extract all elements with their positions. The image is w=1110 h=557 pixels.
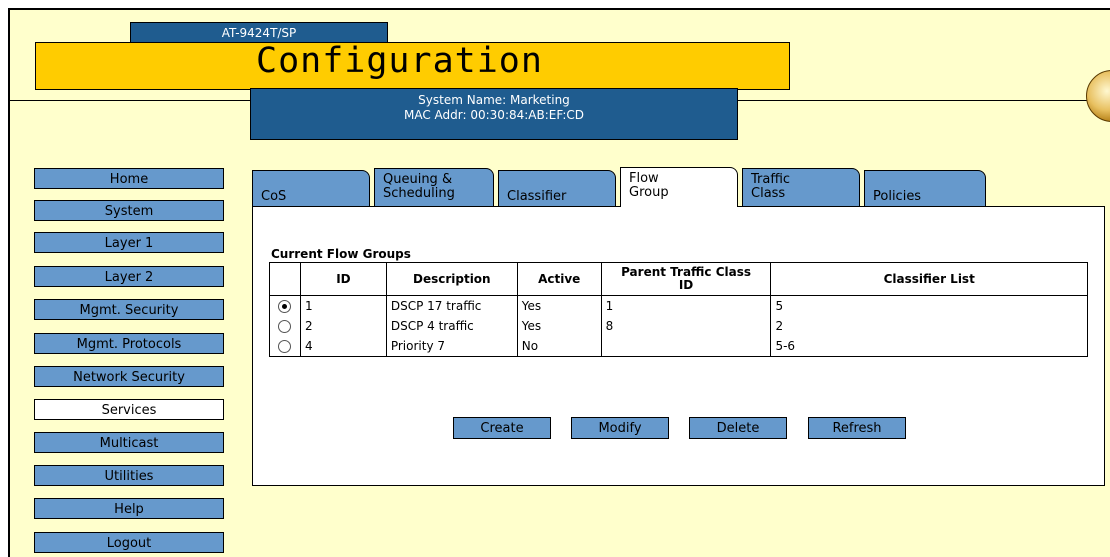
nav-network-security[interactable]: Network Security (34, 366, 224, 387)
flow-groups-table: ID Description Active Parent Traffic Cla… (269, 262, 1088, 357)
tab-cos[interactable]: CoS (252, 170, 370, 206)
row-classifier-list: 5-6 (770, 336, 1088, 357)
row-parent-traffic-class: 1 (600, 295, 772, 316)
row-id: 4 (299, 336, 387, 357)
row-description: DSCP 17 traffic (385, 295, 518, 316)
row-active: Yes (516, 295, 602, 316)
system-info-panel: System Name: Marketing MAC Addr: 00:30:8… (250, 88, 738, 140)
nav-help[interactable]: Help (34, 498, 224, 519)
nav-home[interactable]: Home (34, 168, 224, 189)
table-row[interactable]: 2 DSCP 4 traffic Yes 8 2 (269, 316, 1088, 336)
title-bar: Configuration (35, 41, 790, 90)
row-select-cell[interactable] (269, 316, 301, 336)
section-title: Current Flow Groups (271, 247, 411, 261)
row-select-cell[interactable] (269, 336, 301, 357)
tab-policies[interactable]: Policies (864, 170, 986, 206)
active-column-header: Active (516, 262, 602, 296)
tab-traffic-class[interactable]: Traffic Class (742, 168, 860, 206)
create-button[interactable]: Create (453, 417, 551, 439)
tab-queuing-label-1: Queuing & (383, 172, 453, 187)
row-parent-traffic-class (600, 336, 772, 357)
tab-cos-label: CoS (261, 189, 287, 204)
content-panel: Current Flow Groups ID Description Activ… (252, 206, 1105, 486)
nav-multicast[interactable]: Multicast (34, 432, 224, 453)
id-column-header: ID (299, 262, 387, 296)
nav-logout[interactable]: Logout (34, 532, 224, 553)
row-radio-button[interactable] (278, 340, 292, 353)
table-row[interactable]: 1 DSCP 17 traffic Yes 1 5 (269, 295, 1088, 316)
row-classifier-list: 5 (770, 295, 1088, 316)
nav-system[interactable]: System (34, 200, 224, 221)
tab-flow-label-2: Group (629, 185, 669, 200)
delete-button[interactable]: Delete (689, 417, 787, 439)
nav-services[interactable]: Services (34, 399, 224, 420)
row-radio-button[interactable] (278, 320, 292, 333)
mac-address: MAC Addr: 00:30:84:AB:EF:CD (404, 108, 584, 122)
tab-classifier[interactable]: Classifier (498, 170, 616, 206)
nav-layer-2[interactable]: Layer 2 (34, 266, 224, 287)
select-column-header (269, 262, 301, 296)
row-description: DSCP 4 traffic (385, 316, 518, 336)
description-column-header: Description (385, 262, 518, 296)
row-select-cell[interactable] (269, 295, 301, 316)
tab-traffic-label-1: Traffic (751, 172, 791, 187)
parent-header-line-2: ID (678, 278, 694, 292)
page-frame: AT-9424T/SP Configuration System Name: M… (8, 8, 1110, 557)
nav-utilities[interactable]: Utilities (34, 465, 224, 486)
page-title: Configuration (256, 41, 543, 81)
classifier-list-column-header: Classifier List (770, 262, 1088, 296)
system-name: System Name: Marketing (418, 93, 570, 107)
row-radio-button[interactable] (278, 300, 292, 313)
tab-flow-group[interactable]: Flow Group (620, 167, 738, 207)
row-description: Priority 7 (385, 336, 518, 357)
tab-queuing-label-2: Scheduling (383, 186, 455, 201)
tab-flow-label-1: Flow (629, 171, 659, 186)
row-classifier-list: 2 (770, 316, 1088, 336)
nav-layer-1[interactable]: Layer 1 (34, 232, 224, 253)
table-row[interactable]: 4 Priority 7 No 5-6 (269, 336, 1088, 357)
tab-traffic-label-2: Class (751, 186, 786, 201)
row-active: No (516, 336, 602, 357)
tab-classifier-label: Classifier (507, 189, 567, 204)
nav-mgmt-protocols[interactable]: Mgmt. Protocols (34, 333, 224, 354)
refresh-button[interactable]: Refresh (808, 417, 906, 439)
row-id: 2 (299, 316, 387, 336)
row-parent-traffic-class: 8 (600, 316, 772, 336)
model-label: AT-9424T/SP (130, 22, 388, 43)
table-header-row: ID Description Active Parent Traffic Cla… (269, 262, 1088, 296)
modify-button[interactable]: Modify (571, 417, 669, 439)
tab-policies-label: Policies (873, 189, 922, 204)
globe-logo-icon (1086, 70, 1110, 122)
nav-mgmt-security[interactable]: Mgmt. Security (34, 299, 224, 320)
tab-queuing-scheduling[interactable]: Queuing & Scheduling (374, 168, 494, 206)
row-id: 1 (299, 295, 387, 316)
row-active: Yes (516, 316, 602, 336)
parent-traffic-class-column-header: Parent Traffic Class ID (600, 262, 772, 296)
